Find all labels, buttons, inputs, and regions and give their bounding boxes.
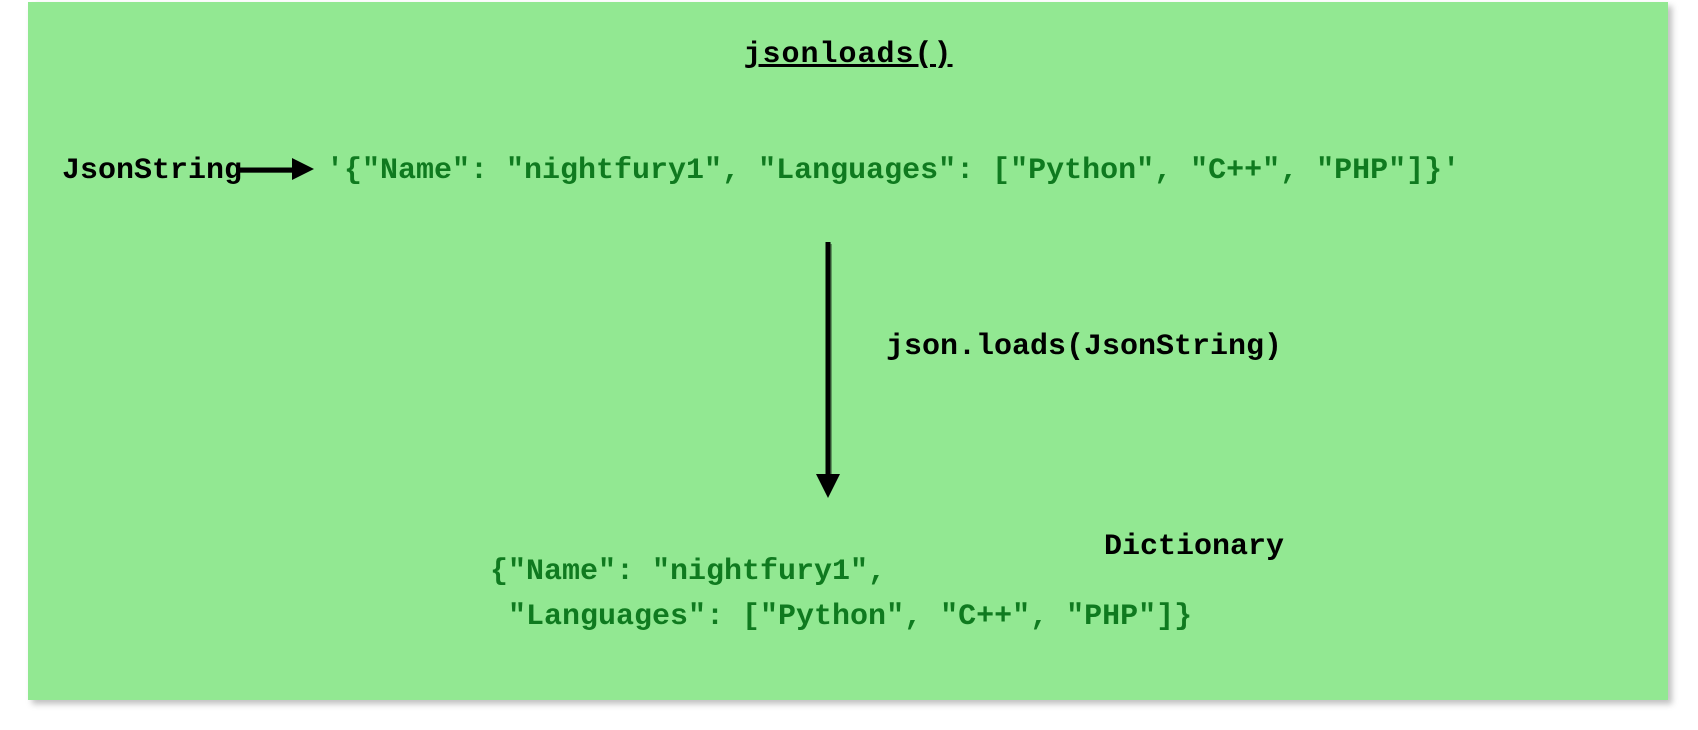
diagram-canvas: jsonloads() JsonString '{"Name": "nightf… xyxy=(28,2,1668,700)
arrow-down-icon xyxy=(808,240,848,500)
output-label: Dictionary xyxy=(1104,530,1284,564)
input-value: '{"Name": "nightfury1", "Languages": ["P… xyxy=(326,154,1460,188)
output-line-1: {"Name": "nightfury1", xyxy=(490,555,886,589)
input-label: JsonString xyxy=(62,154,242,188)
diagram-title: jsonloads() xyxy=(28,38,1668,72)
output-value: {"Name": "nightfury1", "Languages": ["Py… xyxy=(490,550,1192,640)
output-line-2: "Languages": ["Python", "C++", "PHP"]} xyxy=(490,600,1192,634)
transform-label: json.loads(JsonString) xyxy=(886,330,1282,364)
arrow-right-icon xyxy=(234,154,314,184)
